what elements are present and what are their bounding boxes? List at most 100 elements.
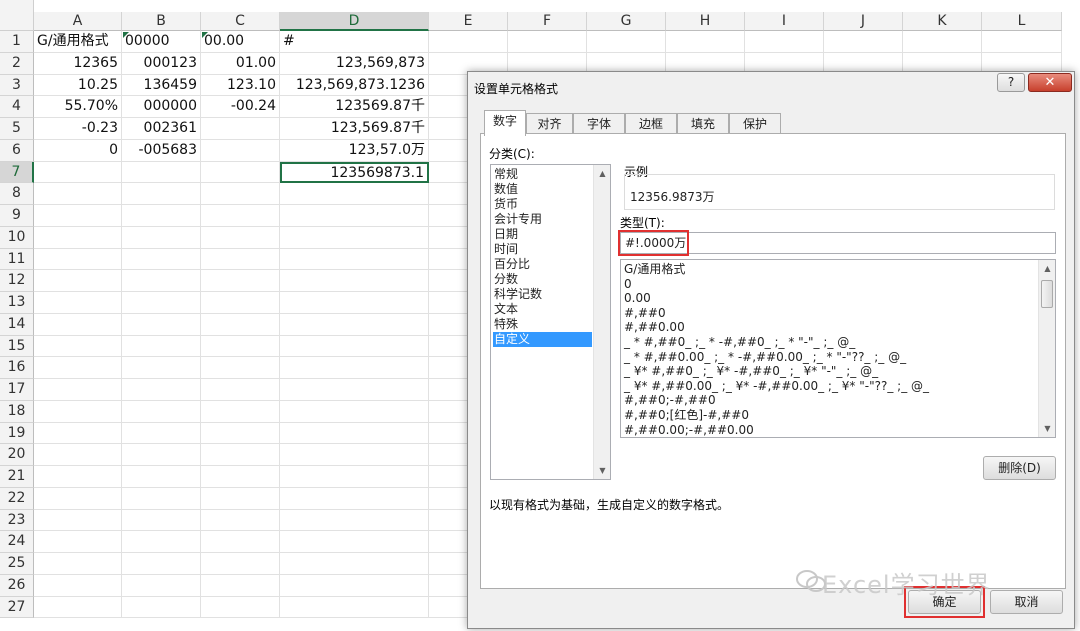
scroll-up-icon[interactable]: ▲: [594, 165, 610, 182]
cell-c20[interactable]: [201, 444, 280, 466]
cell-a25[interactable]: [34, 553, 122, 575]
cell-c15[interactable]: [201, 335, 280, 358]
cell-d21[interactable]: [280, 466, 429, 488]
cell-d25[interactable]: [280, 553, 429, 575]
cell-b22[interactable]: [122, 487, 201, 510]
column-header-e[interactable]: E: [429, 12, 508, 31]
cell-a5[interactable]: -0.23: [34, 118, 122, 140]
cell-b21[interactable]: [122, 466, 201, 488]
cell-c22[interactable]: [201, 487, 280, 510]
row-header-7[interactable]: 7: [0, 161, 34, 184]
cell-a22[interactable]: [34, 487, 122, 510]
cell-c21[interactable]: [201, 466, 280, 488]
cell-d13[interactable]: [280, 292, 429, 314]
cell-j1[interactable]: [824, 31, 903, 53]
format-item[interactable]: #,##0.00;-#,##0.00: [623, 423, 1035, 437]
format-list[interactable]: G/通用格式 0 0.00 #,##0 #,##0.00 _ * #,##0_ ;_ * …: [620, 259, 1056, 438]
row-header-14[interactable]: 14: [0, 313, 34, 336]
category-item[interactable]: 科学记数: [493, 287, 592, 302]
tab-border[interactable]: 边框: [625, 113, 677, 135]
cell-b25[interactable]: [122, 553, 201, 575]
cell-b26[interactable]: [122, 574, 201, 597]
cell-a1[interactable]: G/通用格式: [34, 31, 122, 53]
cell-c11[interactable]: [201, 248, 280, 271]
close-button[interactable]: ✕: [1028, 73, 1072, 92]
row-header-20[interactable]: 20: [0, 444, 34, 466]
row-header-16[interactable]: 16: [0, 357, 34, 379]
cell-b12[interactable]: [122, 270, 201, 292]
cell-a24[interactable]: [34, 531, 122, 553]
format-item[interactable]: _ * #,##0_ ;_ * -#,##0_ ;_ * "-"_ ;_ @_: [623, 335, 1035, 350]
cell-d26[interactable]: [280, 574, 429, 597]
row-header-13[interactable]: 13: [0, 292, 34, 314]
cell-a26[interactable]: [34, 574, 122, 597]
cell-d17[interactable]: [280, 379, 429, 401]
cell-d22[interactable]: [280, 487, 429, 510]
cell-a6[interactable]: 0: [34, 139, 122, 162]
category-item[interactable]: 特殊: [493, 317, 592, 332]
cell-b9[interactable]: [122, 205, 201, 227]
cell-b3[interactable]: 136459: [122, 74, 201, 97]
column-header-f[interactable]: F: [508, 12, 587, 31]
cell-c10[interactable]: [201, 226, 280, 249]
cell-b5[interactable]: 002361: [122, 118, 201, 140]
cell-c24[interactable]: [201, 531, 280, 553]
cell-d23[interactable]: [280, 509, 429, 532]
cell-b8[interactable]: [122, 183, 201, 205]
cell-b6[interactable]: -005683: [122, 139, 201, 162]
row-header-25[interactable]: 25: [0, 553, 34, 575]
cell-a20[interactable]: [34, 444, 122, 466]
cell-a23[interactable]: [34, 509, 122, 532]
cell-b27[interactable]: [122, 596, 201, 619]
cell-a13[interactable]: [34, 292, 122, 314]
cell-a27[interactable]: [34, 596, 122, 619]
column-header-h[interactable]: H: [666, 12, 745, 31]
cell-d10[interactable]: [280, 226, 429, 249]
format-item[interactable]: 0.00: [623, 291, 1035, 306]
format-item[interactable]: _ * #,##0.00_ ;_ * -#,##0.00_ ;_ * "-"??…: [623, 350, 1035, 365]
select-all-corner[interactable]: [0, 0, 34, 31]
cell-b7[interactable]: [122, 161, 201, 184]
category-item[interactable]: 会计专用: [493, 212, 592, 227]
cell-b11[interactable]: [122, 248, 201, 271]
cell-b20[interactable]: [122, 444, 201, 466]
cell-c26[interactable]: [201, 574, 280, 597]
cell-c4[interactable]: -00.24: [201, 96, 280, 118]
cell-d1[interactable]: #: [280, 31, 429, 53]
tab-fill[interactable]: 填充: [677, 113, 729, 135]
tab-number[interactable]: 数字: [484, 110, 526, 136]
format-item[interactable]: _ ¥* #,##0.00_ ;_ ¥* -#,##0.00_ ;_ ¥* "-…: [623, 379, 1035, 394]
cell-c13[interactable]: [201, 292, 280, 314]
format-scrollbar[interactable]: ▲ ▼: [1038, 260, 1055, 437]
cell-c3[interactable]: 123.10: [201, 74, 280, 97]
cancel-button[interactable]: 取消: [990, 590, 1063, 614]
cell-a12[interactable]: [34, 270, 122, 292]
cell-d4[interactable]: 123569.87千: [280, 96, 429, 118]
delete-button[interactable]: 删除(D): [983, 456, 1056, 480]
cell-a10[interactable]: [34, 226, 122, 249]
cell-b1[interactable]: 00000: [122, 31, 201, 53]
cell-c6[interactable]: [201, 139, 280, 162]
format-item[interactable]: #,##0;[红色]-#,##0: [623, 408, 1035, 423]
tab-alignment[interactable]: 对齐: [526, 113, 573, 135]
cell-d8[interactable]: [280, 183, 429, 205]
cell-c23[interactable]: [201, 509, 280, 532]
cell-b13[interactable]: [122, 292, 201, 314]
cell-c7[interactable]: [201, 161, 280, 184]
format-item[interactable]: #,##0.00: [623, 320, 1035, 335]
cell-f1[interactable]: [508, 31, 587, 53]
cell-h1[interactable]: [666, 31, 745, 53]
cell-a15[interactable]: [34, 335, 122, 358]
column-header-a[interactable]: A: [34, 12, 122, 31]
cell-d11[interactable]: [280, 248, 429, 271]
cell-l1[interactable]: [982, 31, 1062, 53]
cell-c5[interactable]: [201, 118, 280, 140]
row-header-17[interactable]: 17: [0, 379, 34, 401]
cell-c18[interactable]: [201, 400, 280, 423]
cell-b23[interactable]: [122, 509, 201, 532]
row-header-9[interactable]: 9: [0, 205, 34, 227]
format-item[interactable]: G/通用格式: [623, 262, 1035, 277]
cell-d2[interactable]: 123,569,873: [280, 52, 429, 75]
cell-d9[interactable]: [280, 205, 429, 227]
row-header-24[interactable]: 24: [0, 531, 34, 553]
